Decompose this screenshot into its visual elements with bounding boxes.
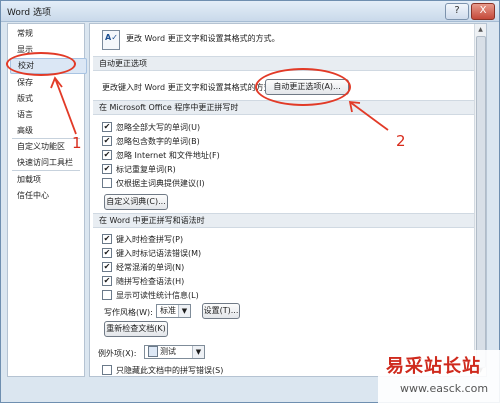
annotation-arrow-2 bbox=[349, 101, 389, 131]
annotation-number-1: 1 bbox=[72, 134, 82, 152]
annotation-arrows bbox=[50, 76, 389, 135]
watermark-title: 易采站长站 bbox=[386, 356, 481, 377]
annotation-arrow-1 bbox=[54, 77, 77, 135]
annotation-number-2: 2 bbox=[396, 132, 406, 150]
watermark: 易采站长站 www.easck.com bbox=[378, 350, 500, 403]
watermark-url: www.easck.com bbox=[400, 382, 489, 395]
